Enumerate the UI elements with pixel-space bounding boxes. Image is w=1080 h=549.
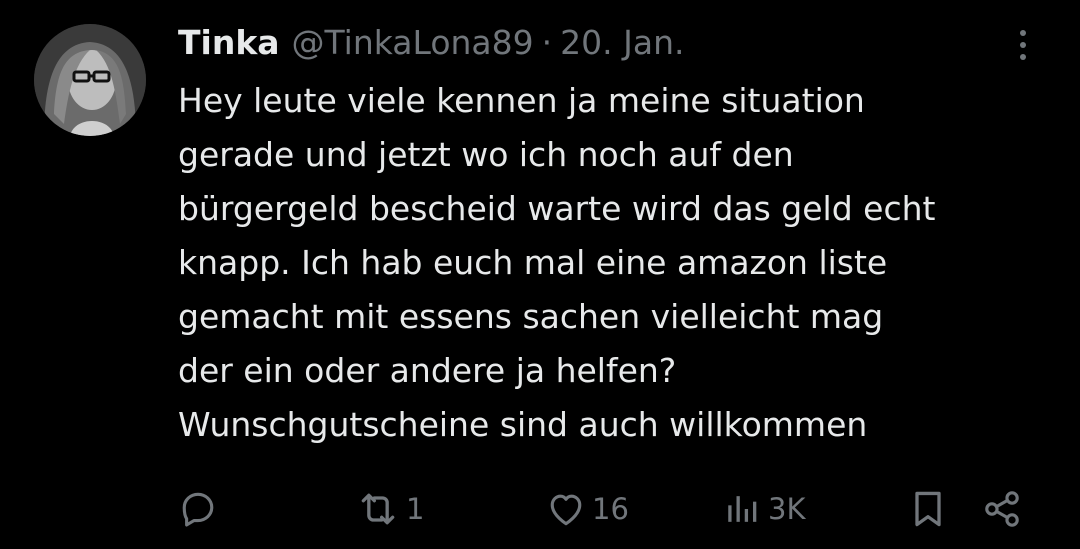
author-name[interactable]: Tinka: [178, 20, 280, 66]
reply-icon: [182, 492, 214, 527]
author-avatar[interactable]: [34, 24, 146, 136]
separator-dot: ·: [541, 23, 553, 62]
share-button[interactable]: [980, 484, 1024, 534]
retweet-icon: [361, 493, 395, 525]
reply-button[interactable]: [176, 484, 224, 534]
like-button[interactable]: 16: [544, 484, 629, 534]
more-icon[interactable]: [1010, 26, 1036, 64]
view-count: 3K: [768, 492, 806, 526]
retweet-button[interactable]: 1: [354, 484, 424, 534]
tweet-date[interactable]: 20. Jan.: [560, 20, 684, 66]
bookmark-icon: [915, 491, 941, 527]
author-handle[interactable]: @TinkaLona89: [292, 20, 534, 66]
views-button[interactable]: 3K: [720, 484, 805, 534]
avatar-image: [34, 24, 146, 136]
like-count: 16: [592, 492, 629, 526]
tweet-text: Hey leute viele kennen ja meine situatio…: [178, 81, 936, 444]
views-icon: [728, 496, 757, 522]
share-icon: [985, 491, 1019, 527]
retweet-count: 1: [406, 492, 425, 526]
heart-icon: [550, 494, 582, 526]
bookmark-button[interactable]: [906, 484, 950, 534]
tweet-actions: 1 16 3K: [170, 484, 1050, 534]
tweet-header: Tinka @TinkaLona89 · 20. Jan.: [178, 20, 684, 66]
